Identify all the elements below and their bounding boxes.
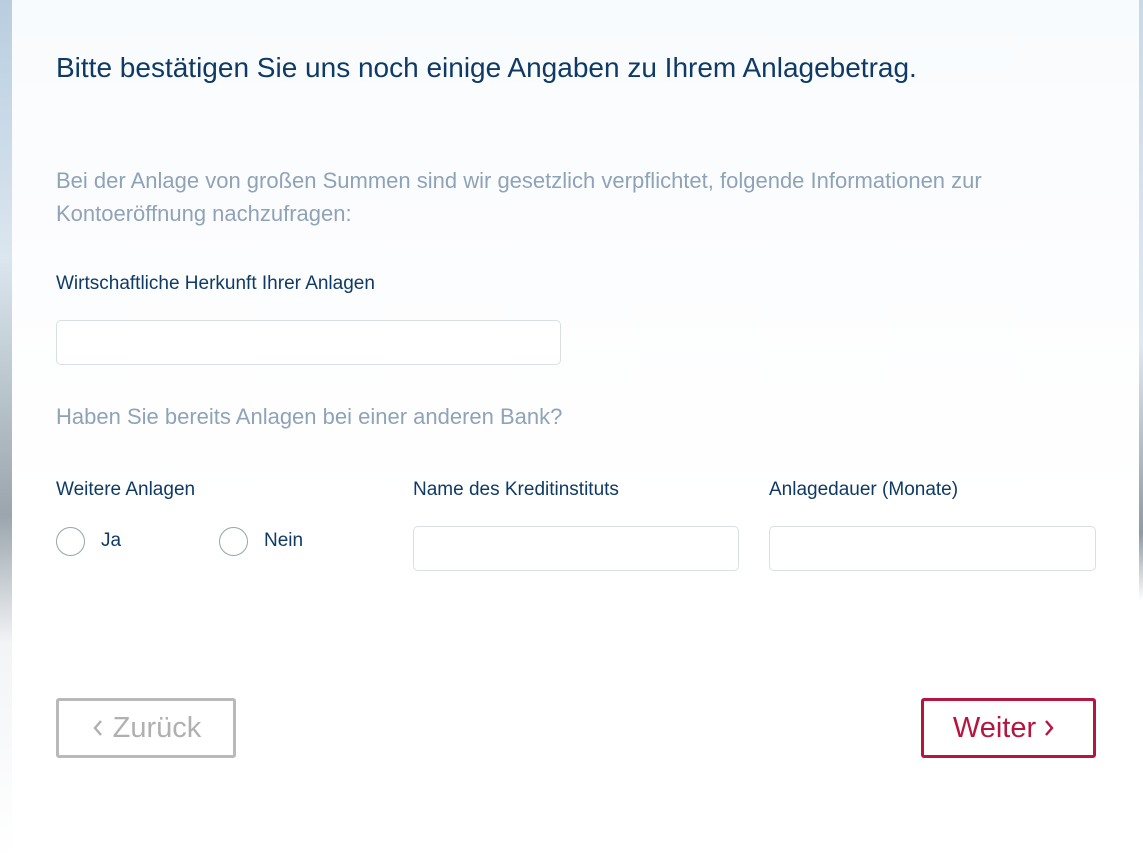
other-banks-question: Haben Sie bereits Anlagen bei einer ande… [56, 404, 563, 429]
origin-label: Wirtschaftliche Herkunft Ihrer Anlagen [56, 273, 375, 294]
duration-input[interactable] [769, 526, 1096, 571]
background-image-edge-left [0, 0, 12, 859]
page-title: Bitte bestätigen Sie uns noch einige Ang… [56, 52, 917, 83]
form-panel: Bitte bestätigen Sie uns noch einige Ang… [12, 0, 1139, 859]
institution-label: Name des Kreditinstituts [413, 479, 619, 500]
radio-option-ja[interactable]: Ja [56, 525, 121, 557]
radio-button-ja[interactable] [56, 526, 85, 556]
back-button[interactable]: Zurück [56, 698, 236, 758]
chevron-right-icon [1042, 717, 1064, 739]
duration-label: Anlagedauer (Monate) [769, 479, 959, 500]
back-button-label: Zurück [112, 711, 202, 744]
further-investments-label: Weitere Anlagen [56, 479, 196, 500]
next-button[interactable]: Weiter [921, 698, 1096, 758]
radio-option-nein[interactable]: Nein [219, 525, 303, 557]
radio-label-nein: Nein [264, 530, 304, 551]
next-button-label: Weiter [952, 711, 1037, 744]
chevron-left-icon [91, 717, 113, 739]
institution-input[interactable] [413, 526, 739, 571]
radio-button-nein[interactable] [219, 526, 248, 556]
radio-label-ja: Ja [101, 530, 122, 551]
background-image-edge-right [1139, 0, 1143, 859]
origin-input[interactable] [56, 320, 561, 365]
intro-text: Bei der Anlage von großen Summen sind wi… [56, 168, 982, 226]
